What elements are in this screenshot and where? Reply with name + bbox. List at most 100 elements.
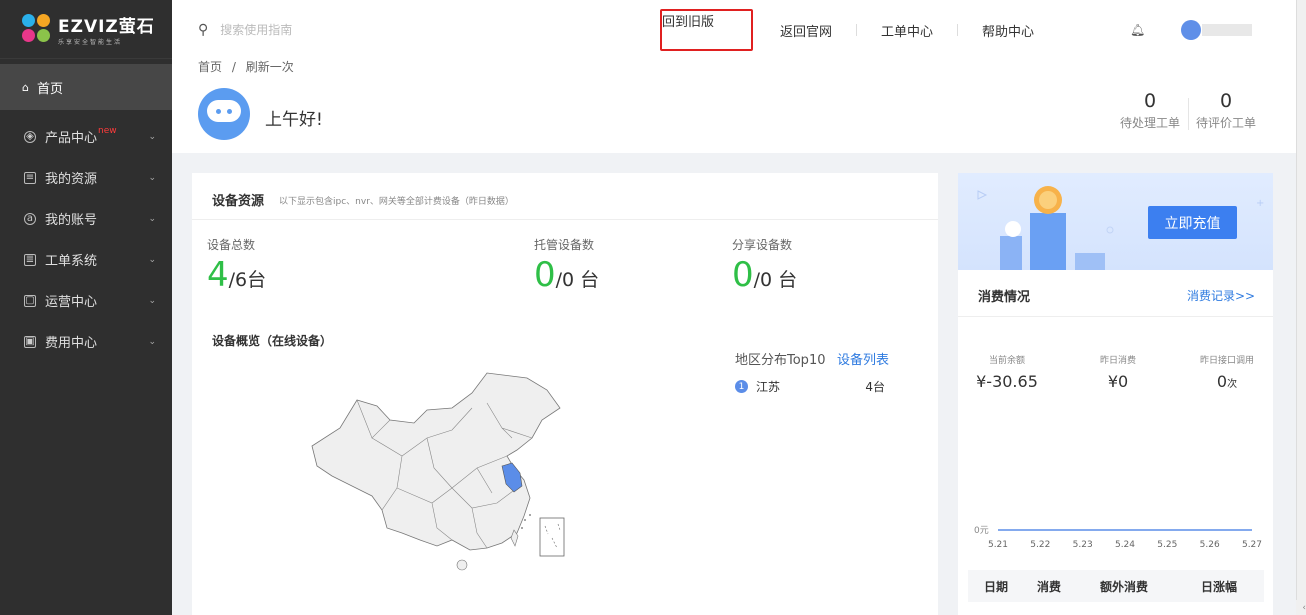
logo[interactable]: EZVIZ萤石 乐享安全智能生活 bbox=[0, 0, 172, 59]
balance-label: 当前余额 bbox=[988, 356, 1025, 366]
username-placeholder[interactable] bbox=[1202, 24, 1252, 36]
yesterday-consumption-stat: 昨日消费 ¥0 bbox=[1088, 353, 1148, 391]
consumption-trend-chart: 0元 5.21 5.22 5.23 5.24 5.25 5.26 5.27 bbox=[974, 526, 1262, 550]
shared-devices-suffix: /0 台 bbox=[753, 269, 798, 291]
review-tickets-count: 0 bbox=[1219, 90, 1233, 112]
y-tick-label: 0元 bbox=[974, 526, 989, 536]
svg-text:+: + bbox=[1256, 198, 1264, 209]
device-resources-subtitle: 以下显示包含ipc、nvr、网关等全部计费设备（昨日数据） bbox=[279, 197, 514, 207]
top-nav: 回到旧版 返回官网 工单中心 帮助中心 bbox=[660, 0, 1034, 60]
fee-icon: ▣ bbox=[24, 335, 36, 348]
hosted-devices-suffix: /0 台 bbox=[555, 269, 600, 291]
x-tick-label: 5.23 bbox=[1073, 540, 1093, 550]
x-tick-label: 5.27 bbox=[1242, 540, 1262, 550]
divider bbox=[958, 316, 1273, 317]
chevron-down-icon: ⌄ bbox=[148, 336, 156, 347]
device-total-label: 设备总数 bbox=[207, 238, 256, 252]
breadcrumb-separator: / bbox=[231, 60, 236, 74]
chevron-down-icon: ⌄ bbox=[148, 295, 156, 306]
scrollbar-thumb[interactable] bbox=[1296, 0, 1306, 600]
sidebar-item-label: 首页 bbox=[36, 81, 63, 97]
ticket-icon: ≣ bbox=[24, 253, 36, 266]
review-tickets-stat[interactable]: 0 待评价工单 bbox=[1196, 90, 1256, 131]
shared-devices-value: 0 bbox=[732, 255, 754, 295]
sidebar-item-operation[interactable]: ▢ 运营中心 ⌄ bbox=[0, 280, 172, 321]
device-total-suffix: /6台 bbox=[228, 269, 267, 291]
welcome-header: 首页 / 刷新一次 上午好! 0 待处理工单 0 待评价工单 bbox=[172, 60, 1306, 153]
home-icon: ⌂ bbox=[22, 80, 29, 94]
table-header-extra: 额外消费 bbox=[1099, 579, 1148, 594]
device-total-metric: 设备总数 4/6台 bbox=[207, 236, 266, 295]
ezviz-logo-icon bbox=[22, 14, 52, 44]
table-header-consumption: 消费 bbox=[1036, 579, 1061, 594]
sidebar-item-products[interactable]: ◈ 产品中心 new ⌄ bbox=[0, 116, 172, 157]
balance-value: ¥-30.65 bbox=[976, 372, 1038, 391]
api-calls-label: 昨日接口调用 bbox=[1199, 356, 1254, 366]
sidebar-item-home[interactable]: ⌂ 首页 bbox=[0, 64, 172, 110]
search-box[interactable]: ⚲ 搜索使用指南 bbox=[198, 21, 292, 38]
device-list-link[interactable]: 设备列表 bbox=[837, 349, 889, 368]
sidebar-item-label: 运营中心 bbox=[45, 295, 98, 310]
sidebar-item-label: 产品中心 bbox=[45, 131, 98, 146]
new-badge: new bbox=[98, 125, 117, 136]
rank-badge: 1 bbox=[735, 380, 748, 393]
chevron-down-icon: ⌄ bbox=[148, 131, 156, 142]
x-tick-label: 5.21 bbox=[988, 540, 1008, 550]
hosted-devices-label: 托管设备数 bbox=[534, 238, 595, 252]
chevron-down-icon: ⌄ bbox=[148, 254, 156, 265]
sidebar-item-resources[interactable]: ≡ 我的资源 ⌄ bbox=[0, 157, 172, 198]
scrollbar[interactable]: ‹ bbox=[1296, 0, 1306, 615]
robot-avatar-icon bbox=[198, 88, 250, 140]
recharge-button[interactable]: 立即充值 bbox=[1148, 206, 1237, 239]
sidebar-item-account[interactable]: a 我的账号 ⌄ bbox=[0, 198, 172, 239]
logo-brand: EZVIZ萤石 bbox=[58, 17, 155, 37]
official-site-link[interactable]: 返回官网 bbox=[780, 21, 832, 40]
yesterday-consumption-label: 昨日消费 bbox=[1099, 356, 1136, 366]
search-icon: ⚲ bbox=[198, 21, 209, 38]
shared-devices-metric: 分享设备数 0/0 台 bbox=[732, 236, 797, 295]
pending-tickets-stat[interactable]: 0 待处理工单 bbox=[1120, 90, 1180, 131]
region-count: 4台 bbox=[865, 380, 885, 394]
sidebar-item-label: 我的资源 bbox=[45, 172, 98, 187]
logo-slogan: 乐享安全智能生活 bbox=[58, 39, 123, 46]
sidebar-item-fees[interactable]: ▣ 费用中心 ⌄ bbox=[0, 321, 172, 362]
box-icon: ◈ bbox=[24, 130, 36, 143]
breadcrumb-current[interactable]: 刷新一次 bbox=[246, 60, 294, 74]
breadcrumb-home[interactable]: 首页 bbox=[198, 60, 222, 74]
divider bbox=[1188, 98, 1189, 130]
breadcrumb: 首页 / 刷新一次 bbox=[198, 58, 294, 75]
ticket-center-link[interactable]: 工单中心 bbox=[881, 21, 933, 40]
pending-tickets-label: 待处理工单 bbox=[1120, 116, 1181, 130]
sidebar-item-tickets[interactable]: ≣ 工单系统 ⌄ bbox=[0, 239, 172, 280]
x-tick-label: 5.26 bbox=[1200, 540, 1220, 550]
user-avatar[interactable] bbox=[1181, 20, 1201, 40]
billing-records-link[interactable]: 消费记录>> bbox=[1187, 287, 1255, 304]
greeting: 上午好! bbox=[265, 110, 323, 130]
x-tick-label: 5.25 bbox=[1157, 540, 1177, 550]
chevron-down-icon: ⌄ bbox=[148, 213, 156, 224]
south-sea-inset bbox=[539, 517, 565, 557]
device-total-value: 4 bbox=[207, 255, 229, 295]
balance-stat: 当前余额 ¥-30.65 bbox=[974, 353, 1040, 391]
hainan-region bbox=[456, 559, 468, 571]
api-calls-unit: 次 bbox=[1227, 379, 1238, 390]
operation-icon: ▢ bbox=[24, 294, 36, 307]
x-tick-label: 5.22 bbox=[1030, 540, 1050, 550]
divider bbox=[856, 24, 858, 36]
file-icon: ≡ bbox=[24, 171, 36, 184]
x-tick-label: 5.24 bbox=[1115, 540, 1135, 550]
api-calls-stat: 昨日接口调用 0次 bbox=[1194, 353, 1260, 391]
help-center-link[interactable]: 帮助中心 bbox=[982, 21, 1034, 40]
divider bbox=[192, 219, 938, 220]
china-map[interactable] bbox=[302, 368, 572, 578]
old-version-button[interactable]: 回到旧版 bbox=[660, 9, 753, 51]
scroll-arrow-icon[interactable]: ‹ bbox=[1302, 603, 1306, 613]
table-header-daily-change: 日涨幅 bbox=[1200, 579, 1237, 594]
list-item: 1 江苏 4台 bbox=[735, 378, 885, 395]
sidebar-item-label: 工单系统 bbox=[45, 254, 98, 269]
divider bbox=[957, 24, 959, 36]
bell-icon[interactable]: 🔔︎ bbox=[1130, 23, 1145, 37]
search-input[interactable]: 搜索使用指南 bbox=[220, 21, 292, 38]
topbar: ⚲ 搜索使用指南 回到旧版 返回官网 工单中心 帮助中心 🔔︎ bbox=[172, 0, 1306, 60]
region-name: 江苏 bbox=[756, 380, 781, 394]
